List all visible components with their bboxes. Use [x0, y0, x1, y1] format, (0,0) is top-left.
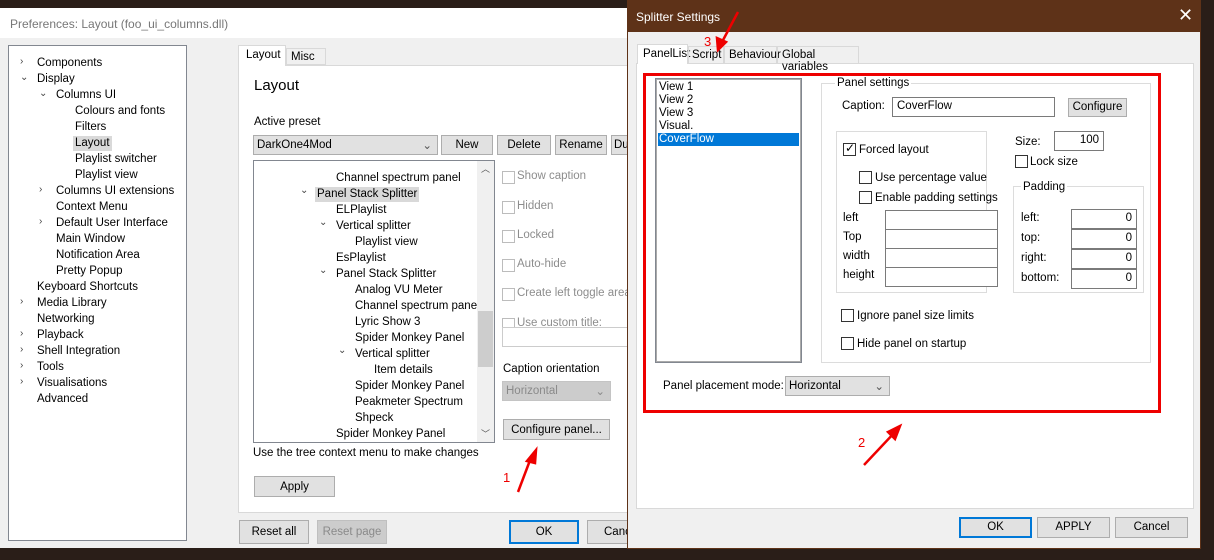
annotation-arrows: [516, 11, 903, 493]
arrow-3-head: [715, 36, 729, 53]
arrow-3: [720, 11, 740, 43]
arrow-2: [863, 431, 896, 466]
arrow-1-head: [524, 446, 538, 465]
